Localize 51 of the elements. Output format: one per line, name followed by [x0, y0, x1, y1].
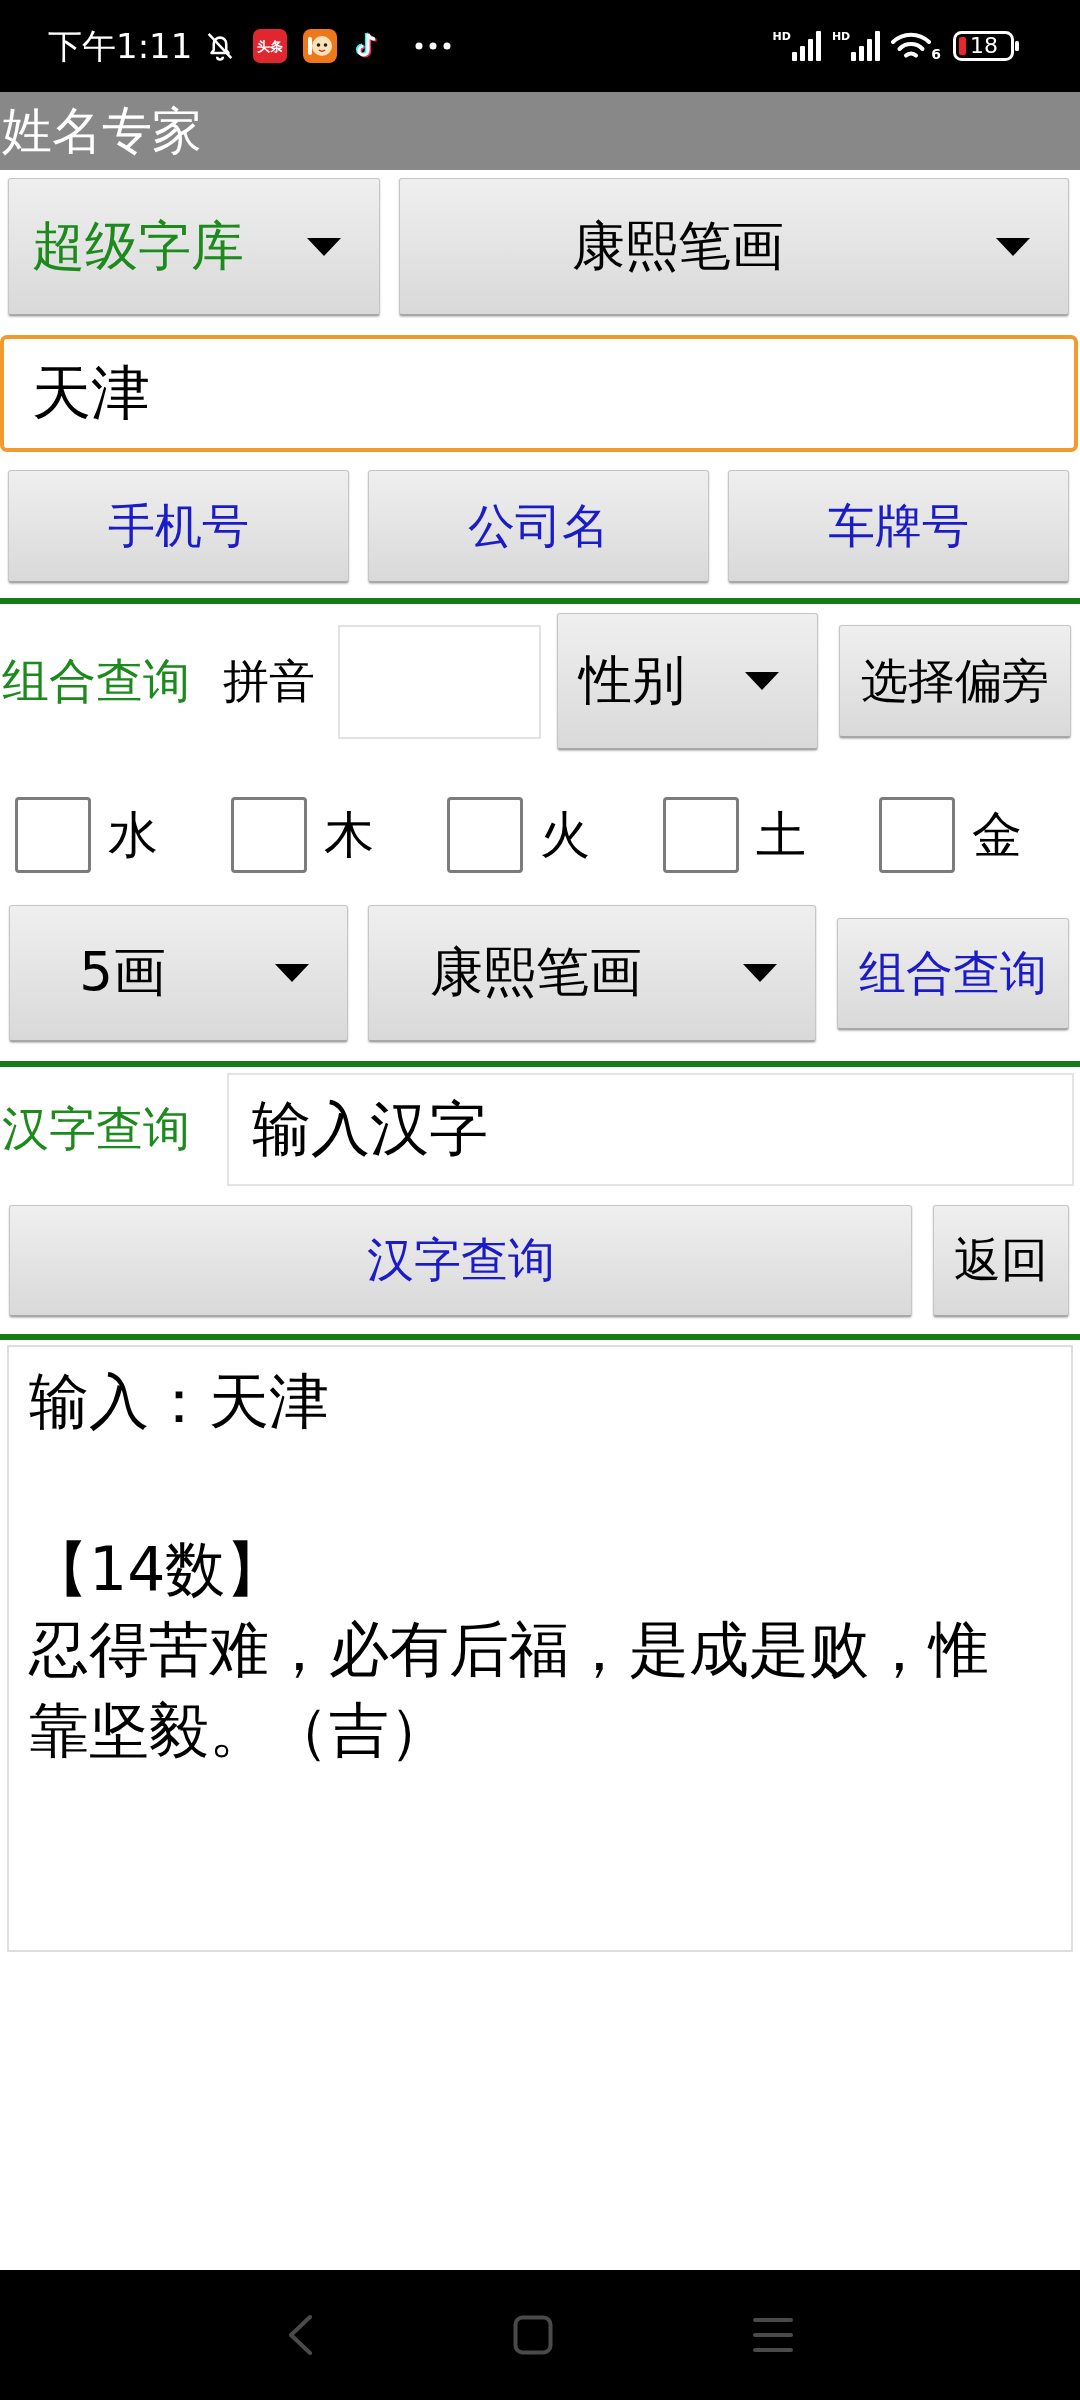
combo-query-button[interactable]: 组合查询: [837, 917, 1069, 1030]
number-title: 【14数】: [29, 1533, 287, 1606]
select-radical-button[interactable]: 选择偏旁: [839, 625, 1071, 738]
network-type-label: HD: [831, 31, 851, 42]
element-label: 金: [972, 807, 1022, 863]
element-label: 火: [540, 807, 590, 863]
stroke-method-dropdown[interactable]: 康熙笔画: [399, 178, 1069, 316]
font-library-dropdown[interactable]: 超级字库: [8, 178, 380, 316]
caret-icon: [996, 237, 1030, 256]
network-type-label: HD: [772, 31, 791, 42]
pinyin-label: 拼音: [223, 652, 315, 710]
cartoon-app-icon: [303, 29, 338, 63]
element-label: 水: [108, 807, 158, 863]
element-label: 木: [324, 807, 374, 863]
pinyin-input-field[interactable]: [338, 624, 541, 739]
battery-level-text: 18: [970, 34, 998, 58]
battery-icon: [953, 31, 1019, 61]
gender-dropdown[interactable]: 性别: [557, 613, 818, 750]
checkbox[interactable]: [663, 797, 739, 873]
fortune-text: 忍得苦难，必有后福，是成是败，惟靠坚毅。（吉）: [29, 1613, 990, 1767]
status-time: 下午1:11: [48, 29, 193, 63]
input-echo-text: 输入：天津: [29, 1365, 330, 1438]
app-title: 姓名专家: [2, 103, 202, 159]
stroke-count-dropdown[interactable]: 5画: [9, 905, 348, 1042]
caret-icon: [307, 237, 341, 256]
back-button[interactable]: 返回: [933, 1205, 1069, 1317]
checkbox[interactable]: [231, 797, 307, 873]
phone-number-button[interactable]: 手机号: [8, 470, 349, 583]
hanzi-query-label: 汉字查询: [1, 1100, 190, 1158]
checkbox[interactable]: [447, 797, 523, 873]
hanzi-query-button[interactable]: 汉字查询: [9, 1205, 912, 1317]
caret-icon: [745, 672, 779, 690]
menu-icon[interactable]: [753, 2315, 793, 2355]
company-name-button[interactable]: 公司名: [368, 470, 709, 583]
license-plate-button[interactable]: 车牌号: [728, 470, 1069, 583]
news-app-icon: 头条: [253, 29, 288, 63]
home-icon[interactable]: [513, 2315, 553, 2355]
wifi-version-label: 6: [931, 47, 941, 61]
stroke-method-dropdown[interactable]: 康熙笔画: [368, 905, 816, 1042]
element-label: 土: [756, 807, 806, 863]
name-input-field[interactable]: 天津: [0, 335, 1078, 452]
checkbox[interactable]: [879, 797, 955, 873]
signal-icon: [791, 31, 822, 61]
combo-query-label: 组合查询: [1, 652, 190, 710]
hanzi-input-field[interactable]: 输入汉字: [227, 1073, 1074, 1186]
checkbox[interactable]: [15, 797, 91, 873]
more-icon: [415, 42, 452, 50]
back-icon[interactable]: [287, 2315, 313, 2355]
caret-icon: [743, 964, 777, 982]
signal-icon: [851, 31, 882, 61]
caret-icon: [275, 964, 309, 982]
